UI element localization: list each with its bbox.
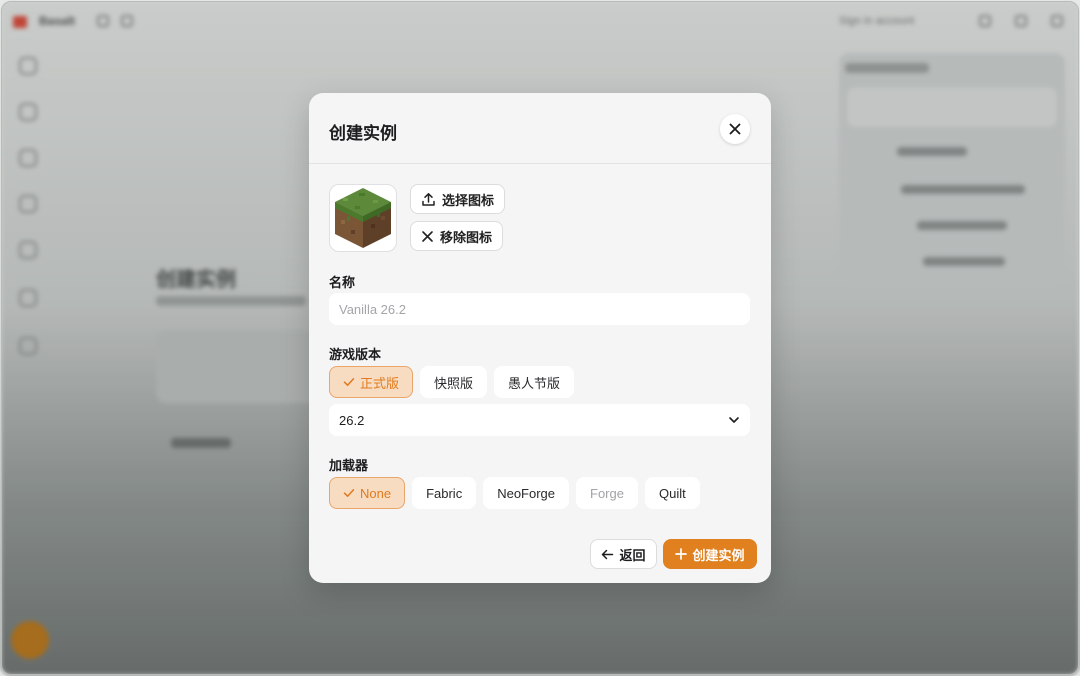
loader-none[interactable]: None [329, 477, 406, 509]
loader-group: None Fabric NeoForge Forge Quilt [329, 477, 700, 509]
arrow-left-icon [602, 549, 614, 559]
loader-option-label: Forge [590, 485, 624, 501]
loader-option-label: None [360, 485, 392, 501]
loader-fabric[interactable]: Fabric [412, 477, 477, 509]
version-type-label: 愚人节版 [508, 375, 561, 391]
upload-icon [422, 192, 435, 206]
remove-icon-button[interactable]: 移除图标 [410, 221, 504, 251]
version-type-label: 快照版 [434, 375, 474, 391]
loader-label: 加载器 [329, 458, 369, 473]
version-type-group: 正式版 快照版 愚人节版 [329, 366, 575, 398]
version-type-april-fools[interactable]: 愚人节版 [494, 366, 575, 398]
dialog-header: 创建实例 [309, 93, 771, 164]
name-label: 名称 [329, 275, 356, 290]
loader-option-label: NeoForge [497, 485, 556, 501]
create-label: 创建实例 [692, 547, 745, 563]
remove-icon-label: 移除图标 [440, 229, 493, 245]
select-icon-label: 选择图标 [442, 192, 495, 208]
loader-option-label: Quilt [658, 485, 686, 501]
version-select-value: 26.2 [339, 412, 365, 428]
version-type-snapshot[interactable]: 快照版 [420, 366, 488, 398]
chevron-down-icon [729, 417, 739, 423]
loader-neoforge[interactable]: NeoForge [483, 477, 570, 509]
version-type-release[interactable]: 正式版 [329, 366, 414, 398]
grass-block-icon [335, 188, 391, 248]
version-type-label: 正式版 [360, 375, 400, 391]
check-icon [343, 489, 355, 497]
plus-icon [675, 548, 688, 560]
loader-quilt[interactable]: Quilt [644, 477, 700, 509]
back-button[interactable]: 返回 [590, 539, 657, 569]
back-label: 返回 [619, 547, 646, 563]
close-icon [729, 123, 741, 135]
check-icon [343, 378, 355, 386]
create-instance-button[interactable]: 创建实例 [663, 539, 757, 569]
close-button[interactable] [720, 114, 750, 144]
loader-forge[interactable]: Forge [576, 477, 638, 509]
name-input[interactable] [329, 293, 750, 325]
select-icon-button[interactable]: 选择图标 [410, 184, 506, 214]
x-icon [422, 230, 433, 242]
dialog-title: 创建实例 [329, 124, 397, 143]
version-select[interactable]: 26.2 [329, 404, 750, 436]
version-label: 游戏版本 [329, 347, 382, 362]
instance-icon-preview [329, 184, 397, 252]
create-instance-dialog: 创建实例 选择图标 移除图标 名称 Vanilla 26.2 游戏版本 正式版 … [309, 93, 771, 583]
loader-option-label: Fabric [426, 485, 463, 501]
